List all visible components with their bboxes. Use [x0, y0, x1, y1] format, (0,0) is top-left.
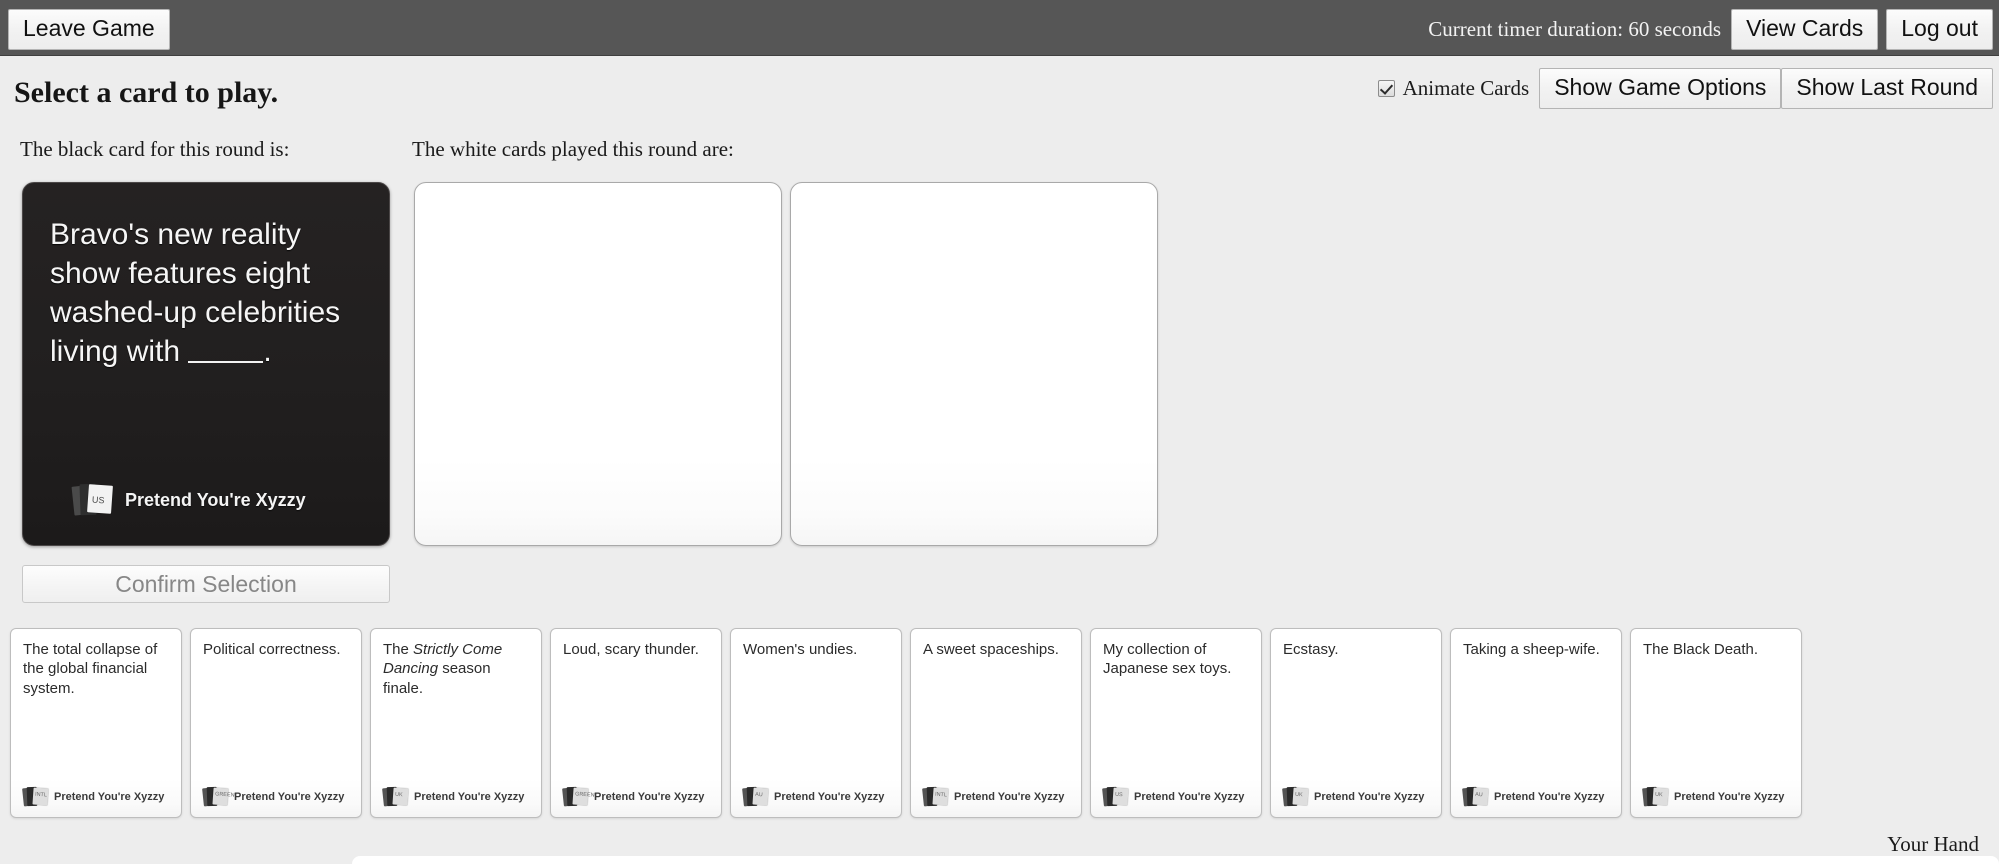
hand-card-text: The Strictly Come Dancing season finale. — [383, 641, 503, 697]
animate-cards-control[interactable]: Animate Cards — [1377, 76, 1530, 101]
log-out-button[interactable]: Log out — [1886, 9, 1993, 50]
hand-card-text: The total collapse of the global financi… — [23, 641, 158, 697]
black-card-blank — [188, 361, 264, 363]
deck-name-label: UK — [1294, 791, 1303, 799]
deck-name-label: AU — [1474, 791, 1483, 799]
hand-card-text: Women's undies. — [743, 641, 858, 658]
hand-card-brand: UK Pretend You're Xyzzy — [382, 786, 525, 807]
hand-card[interactable]: Women's undies. AU Pretend You're Xyzzy — [730, 628, 902, 818]
hand-card[interactable]: Loud, scary thunder. GREEN Pretend You're … — [550, 628, 722, 818]
hand-card-brand: AU Pretend You're Xyzzy — [742, 786, 885, 807]
deck-name-label: AU — [754, 791, 763, 799]
white-cards-section-label: The white cards played this round are: — [412, 137, 734, 161]
deck-name-label: UK — [1654, 791, 1663, 799]
page-header: Select a card to play. Animate Cards Sho… — [0, 56, 1999, 112]
hand-card-text: Political correctness. — [203, 641, 341, 658]
hand-card[interactable]: The Strictly Come Dancing season finale.… — [370, 628, 542, 818]
timer-duration-text: Current timer duration: 60 seconds — [1428, 17, 1722, 41]
hand-card-brand: INTL Pretend You're Xyzzy — [22, 786, 165, 807]
card-deck-icon: GREEN — [202, 786, 235, 807]
hand-card-text: The Black Death. — [1643, 641, 1759, 658]
animate-cards-checkbox[interactable] — [1377, 80, 1395, 97]
hand-card-brand: INTL Pretend You're Xyzzy — [922, 786, 1065, 807]
brand-label: Pretend You're Xyzzy — [1674, 790, 1785, 803]
topbar-right-group: Current timer duration: 60 seconds View … — [1428, 9, 1993, 50]
played-white-card[interactable] — [790, 182, 1158, 546]
black-card-prompt-before: Bravo's new reality show features eight … — [50, 218, 341, 368]
hand-card-text: My collection of Japanese sex toys. — [1103, 641, 1232, 678]
hand-card[interactable]: The total collapse of the global financi… — [10, 628, 182, 818]
deck-name-label: US — [1114, 791, 1123, 799]
show-game-options-button[interactable]: Show Game Options — [1539, 68, 1782, 109]
black-card-text: Bravo's new reality show features eight … — [50, 215, 367, 371]
bottom-panel — [352, 856, 1999, 864]
hand-card-text: A sweet spaceships. — [923, 641, 1059, 658]
deck-name-label: GREEN — [574, 791, 595, 799]
brand-label: Pretend You're Xyzzy — [774, 790, 885, 803]
show-last-round-button[interactable]: Show Last Round — [1781, 68, 1993, 109]
card-deck-icon: GREEN — [562, 786, 595, 807]
card-deck-icon: AU — [1462, 786, 1489, 807]
brand-label: Pretend You're Xyzzy — [594, 790, 705, 803]
brand-label: Pretend You're Xyzzy — [125, 489, 306, 510]
brand-label: Pretend You're Xyzzy — [1134, 790, 1245, 803]
hand-card[interactable]: A sweet spaceships. INTL Pretend You're Xy… — [910, 628, 1082, 818]
deck-name-label: UK — [394, 791, 403, 799]
hand-card[interactable]: Ecstasy. UK Pretend You're Xyzzy — [1270, 628, 1442, 818]
card-deck-icon: UK — [1642, 786, 1669, 807]
hand-card[interactable]: Political correctness. GREEN Pretend You'r… — [190, 628, 362, 818]
deck-name-label: INTL — [934, 791, 948, 799]
hand-card[interactable]: The Black Death. UK Pretend You're Xyzzy — [1630, 628, 1802, 818]
animate-cards-label: Animate Cards — [1402, 76, 1530, 100]
brand-label: Pretend You're Xyzzy — [54, 790, 165, 803]
your-hand-label: Your Hand — [1887, 832, 1979, 856]
brand-label: Pretend You're Xyzzy — [234, 790, 345, 803]
hand-card-brand: GREEN Pretend You're Xyzzy — [202, 786, 345, 807]
deck-name-label: GREEN — [214, 791, 235, 799]
top-bar: Leave Game Current timer duration: 60 se… — [0, 0, 1999, 56]
played-white-card[interactable] — [414, 182, 782, 546]
card-deck-icon: AU — [742, 786, 769, 807]
deck-name-label: INTL — [34, 791, 48, 799]
brand-label: Pretend You're Xyzzy — [1314, 790, 1425, 803]
hand-card-brand: US Pretend You're Xyzzy — [1102, 786, 1245, 807]
card-deck-icon: US — [1102, 786, 1129, 807]
card-deck-icon: UK — [1282, 786, 1309, 807]
hand-card[interactable]: My collection of Japanese sex toys. US Pre… — [1090, 628, 1262, 818]
hand-card-brand: GREEN Pretend You're Xyzzy — [562, 786, 705, 807]
page-header-controls: Animate Cards Show Game Options Show Las… — [1377, 68, 1993, 109]
hand-card-brand: AU Pretend You're Xyzzy — [1462, 786, 1605, 807]
leave-game-button[interactable]: Leave Game — [8, 9, 170, 50]
card-deck-icon: INTL — [922, 786, 949, 807]
hand-card-brand: UK Pretend You're Xyzzy — [1282, 786, 1425, 807]
view-cards-button[interactable]: View Cards — [1731, 9, 1879, 50]
hand-card-text: Loud, scary thunder. — [563, 641, 699, 658]
confirm-selection-button[interactable]: Confirm Selection — [22, 565, 390, 603]
deck-name-label: US — [91, 494, 105, 506]
brand-label: Pretend You're Xyzzy — [414, 790, 525, 803]
hand-card-brand: UK Pretend You're Xyzzy — [1642, 786, 1785, 807]
black-card-brand: US Pretend You're Xyzzy — [71, 483, 306, 517]
hand-card[interactable]: Taking a sheep-wife. AU Pretend You're Xyz… — [1450, 628, 1622, 818]
black-card-section-label: The black card for this round is: — [20, 137, 290, 161]
card-deck-icon: US — [71, 483, 113, 517]
card-deck-icon: UK — [382, 786, 409, 807]
hand-card-text: Taking a sheep-wife. — [1463, 641, 1600, 658]
your-hand-card-list: The total collapse of the global financi… — [0, 628, 1999, 818]
black-card-prompt-after: . — [263, 335, 272, 368]
card-deck-icon: INTL — [22, 786, 49, 807]
brand-label: Pretend You're Xyzzy — [954, 790, 1065, 803]
page-title: Select a card to play. — [14, 76, 279, 109]
black-card: Bravo's new reality show features eight … — [22, 182, 390, 546]
hand-card-text: Ecstasy. — [1283, 641, 1339, 658]
brand-label: Pretend You're Xyzzy — [1494, 790, 1605, 803]
